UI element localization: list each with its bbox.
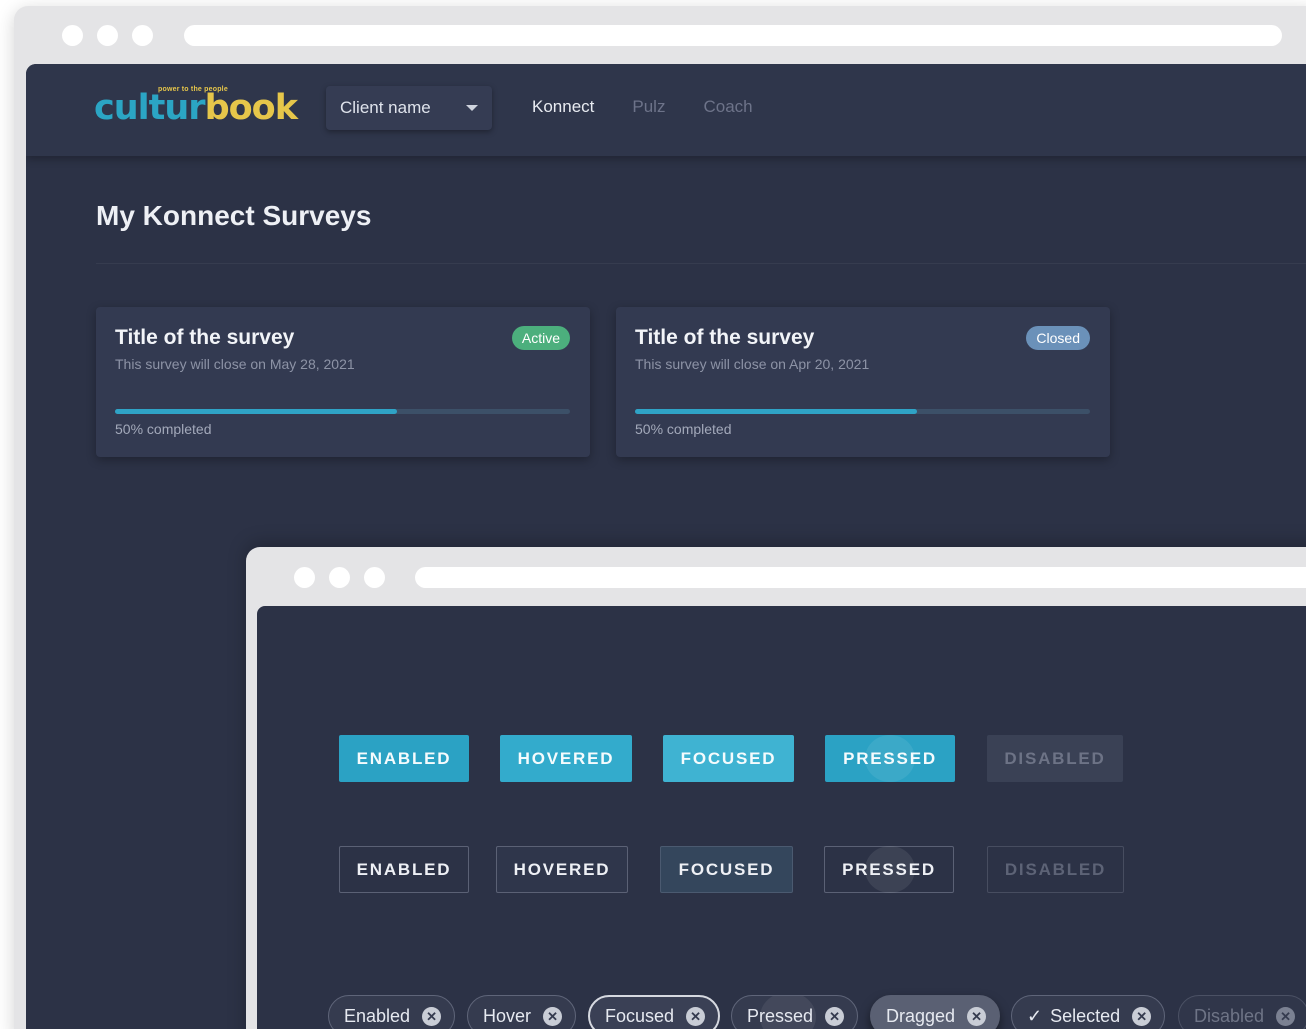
survey-card[interactable]: Title of the survey This survey will clo… bbox=[96, 307, 590, 457]
chip-label: Focused bbox=[605, 1005, 675, 1026]
component-states-panel: ENABLED HOVERED FOCUSED PRESSED DISABLED… bbox=[257, 606, 1306, 1029]
survey-progress-label: 50% completed bbox=[115, 421, 212, 437]
logo-tagline: power to the people bbox=[158, 86, 228, 93]
status-badge-active: Active bbox=[511, 326, 570, 350]
survey-title: Title of the survey bbox=[115, 326, 295, 349]
close-circle-icon[interactable]: ✕ bbox=[1132, 1006, 1152, 1026]
title-divider bbox=[96, 263, 1306, 264]
filled-button-pressed-label: PRESSED bbox=[843, 748, 937, 768]
nav-item-coach[interactable]: Coach bbox=[703, 97, 752, 117]
filled-button-hovered[interactable]: HOVERED bbox=[500, 735, 632, 782]
outline-button-enabled[interactable]: ENABLED bbox=[339, 846, 469, 893]
outline-button-pressed[interactable]: PRESSED bbox=[824, 846, 954, 893]
outline-button-disabled: DISABLED bbox=[987, 846, 1124, 893]
chip-enabled[interactable]: Enabled ✕ bbox=[328, 995, 456, 1029]
chip-selected[interactable]: ✓ Selected ✕ bbox=[1011, 995, 1166, 1029]
close-circle-icon[interactable]: ✕ bbox=[422, 1006, 442, 1026]
chip-pressed[interactable]: Pressed ✕ bbox=[731, 995, 859, 1029]
logo-wordmark: culturbook bbox=[94, 88, 298, 128]
close-circle-icon[interactable]: ✕ bbox=[825, 1006, 845, 1026]
outline-button-pressed-label: PRESSED bbox=[842, 859, 936, 879]
survey-title: Title of the survey bbox=[635, 326, 815, 349]
client-select[interactable]: Client name bbox=[326, 86, 492, 130]
chip-label: Pressed bbox=[747, 1005, 814, 1026]
close-circle-icon[interactable]: ✕ bbox=[543, 1006, 563, 1026]
check-icon: ✓ bbox=[1027, 1005, 1043, 1026]
chip-hover[interactable]: Hover ✕ bbox=[467, 995, 577, 1029]
survey-card[interactable]: Title of the survey This survey will clo… bbox=[616, 307, 1110, 457]
chip-label: Hover bbox=[483, 1005, 532, 1026]
window-dot-close[interactable] bbox=[62, 25, 83, 46]
outline-button-focused[interactable]: FOCUSED bbox=[660, 846, 793, 893]
nav-item-konnect[interactable]: Konnect bbox=[532, 97, 594, 117]
logo-word-book: book bbox=[204, 88, 298, 128]
chip-dragged[interactable]: Dragged ✕ bbox=[870, 995, 1001, 1029]
client-select-value: Client name bbox=[340, 98, 431, 117]
survey-close-date: This survey will close on Apr 20, 2021 bbox=[635, 356, 870, 372]
survey-close-date: This survey will close on May 28, 2021 bbox=[115, 356, 355, 372]
caret-down-icon bbox=[466, 105, 478, 111]
chip-disabled: Disabled ✕ bbox=[1178, 995, 1306, 1029]
page-title: My Konnect Surveys bbox=[96, 200, 372, 231]
address-bar[interactable] bbox=[415, 567, 1306, 588]
chip-label: Enabled bbox=[344, 1005, 411, 1026]
culturbook-logo[interactable]: culturbook power to the people bbox=[94, 86, 298, 136]
logo-word-cultur: cultur bbox=[94, 88, 206, 128]
filled-button-enabled[interactable]: ENABLED bbox=[339, 735, 469, 782]
survey-progress-fill bbox=[635, 409, 918, 414]
survey-progress-label: 50% completed bbox=[635, 421, 732, 437]
window-controls bbox=[294, 567, 385, 588]
window-dot-minimize[interactable] bbox=[97, 25, 118, 46]
window-dot-minimize[interactable] bbox=[329, 567, 350, 588]
chip-label: Selected bbox=[1050, 1005, 1121, 1026]
close-circle-icon[interactable]: ✕ bbox=[967, 1006, 987, 1026]
chip-label: Disabled bbox=[1194, 1005, 1265, 1026]
filled-button-disabled: DISABLED bbox=[987, 735, 1123, 782]
window-dot-close[interactable] bbox=[294, 567, 315, 588]
survey-progress-fill bbox=[115, 409, 398, 414]
status-badge-closed: Closed bbox=[1026, 326, 1090, 350]
main-nav: Konnect Pulz Coach bbox=[532, 97, 753, 117]
close-circle-icon: ✕ bbox=[1276, 1006, 1296, 1026]
front-browser-window: ENABLED HOVERED FOCUSED PRESSED DISABLED… bbox=[246, 547, 1306, 1029]
outline-button-hovered[interactable]: HOVERED bbox=[496, 846, 628, 893]
close-circle-icon[interactable]: ✕ bbox=[686, 1006, 706, 1026]
window-dot-maximize[interactable] bbox=[132, 25, 153, 46]
top-navigation-bar: culturbook power to the people Client na… bbox=[26, 64, 1306, 156]
filled-button-pressed[interactable]: PRESSED bbox=[825, 735, 955, 782]
address-bar[interactable] bbox=[184, 25, 1282, 46]
survey-progress-bar bbox=[115, 409, 570, 414]
filled-button-focused[interactable]: FOCUSED bbox=[663, 735, 794, 782]
window-controls bbox=[62, 25, 153, 46]
chip-focused[interactable]: Focused ✕ bbox=[588, 995, 721, 1029]
window-dot-maximize[interactable] bbox=[364, 567, 385, 588]
survey-progress-bar bbox=[635, 409, 1090, 414]
chip-label: Dragged bbox=[886, 1005, 956, 1026]
nav-item-pulz[interactable]: Pulz bbox=[632, 97, 665, 117]
